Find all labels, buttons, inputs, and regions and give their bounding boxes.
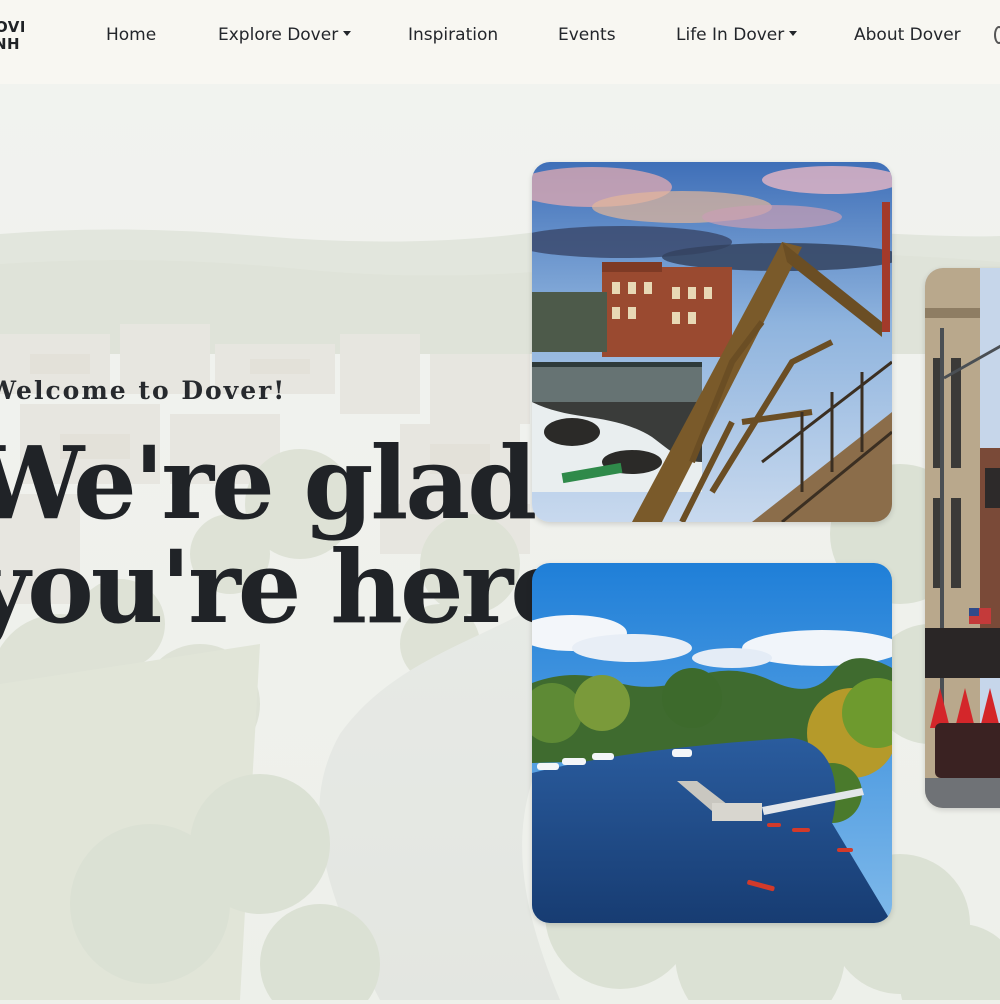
nav-explore-dover[interactable]: Explore Dover — [218, 25, 352, 45]
chevron-down-icon — [789, 30, 798, 36]
nav-about-dover[interactable]: About Dover — [854, 25, 961, 45]
nav-home[interactable]: Home — [106, 25, 156, 45]
welcome-subheading: Welcome to Dover! — [0, 376, 287, 405]
nav-home-label: Home — [106, 25, 157, 45]
nav-life-in-dover-label: Life In Dover — [676, 25, 785, 45]
nav-about-dover-label: About Dover — [854, 25, 961, 45]
photo-card-downtown — [925, 268, 1000, 808]
logo-line-1: DOVER — [0, 19, 24, 36]
logo-line-2: NH — [0, 35, 21, 53]
search-icon[interactable] — [994, 26, 1000, 44]
nav-events[interactable]: Events — [558, 25, 616, 45]
top-navbar: DOVER NH Home Explore Dover Inspiration … — [0, 0, 1000, 84]
nav-life-in-dover[interactable]: Life In Dover — [676, 25, 798, 45]
nav-events-label: Events — [558, 25, 616, 45]
hero-headline-line-1: We're glad — [0, 424, 537, 542]
nav-inspiration-label: Inspiration — [408, 25, 499, 45]
hero-headline-line-2: you're here. — [0, 528, 606, 646]
nav-explore-dover-label: Explore Dover — [218, 25, 339, 45]
chevron-down-icon — [343, 30, 352, 36]
photo-card-river — [532, 563, 892, 923]
site-logo[interactable]: DOVER NH — [0, 19, 24, 53]
photo-card-bridge — [532, 162, 892, 522]
nav-inspiration[interactable]: Inspiration — [408, 25, 498, 45]
